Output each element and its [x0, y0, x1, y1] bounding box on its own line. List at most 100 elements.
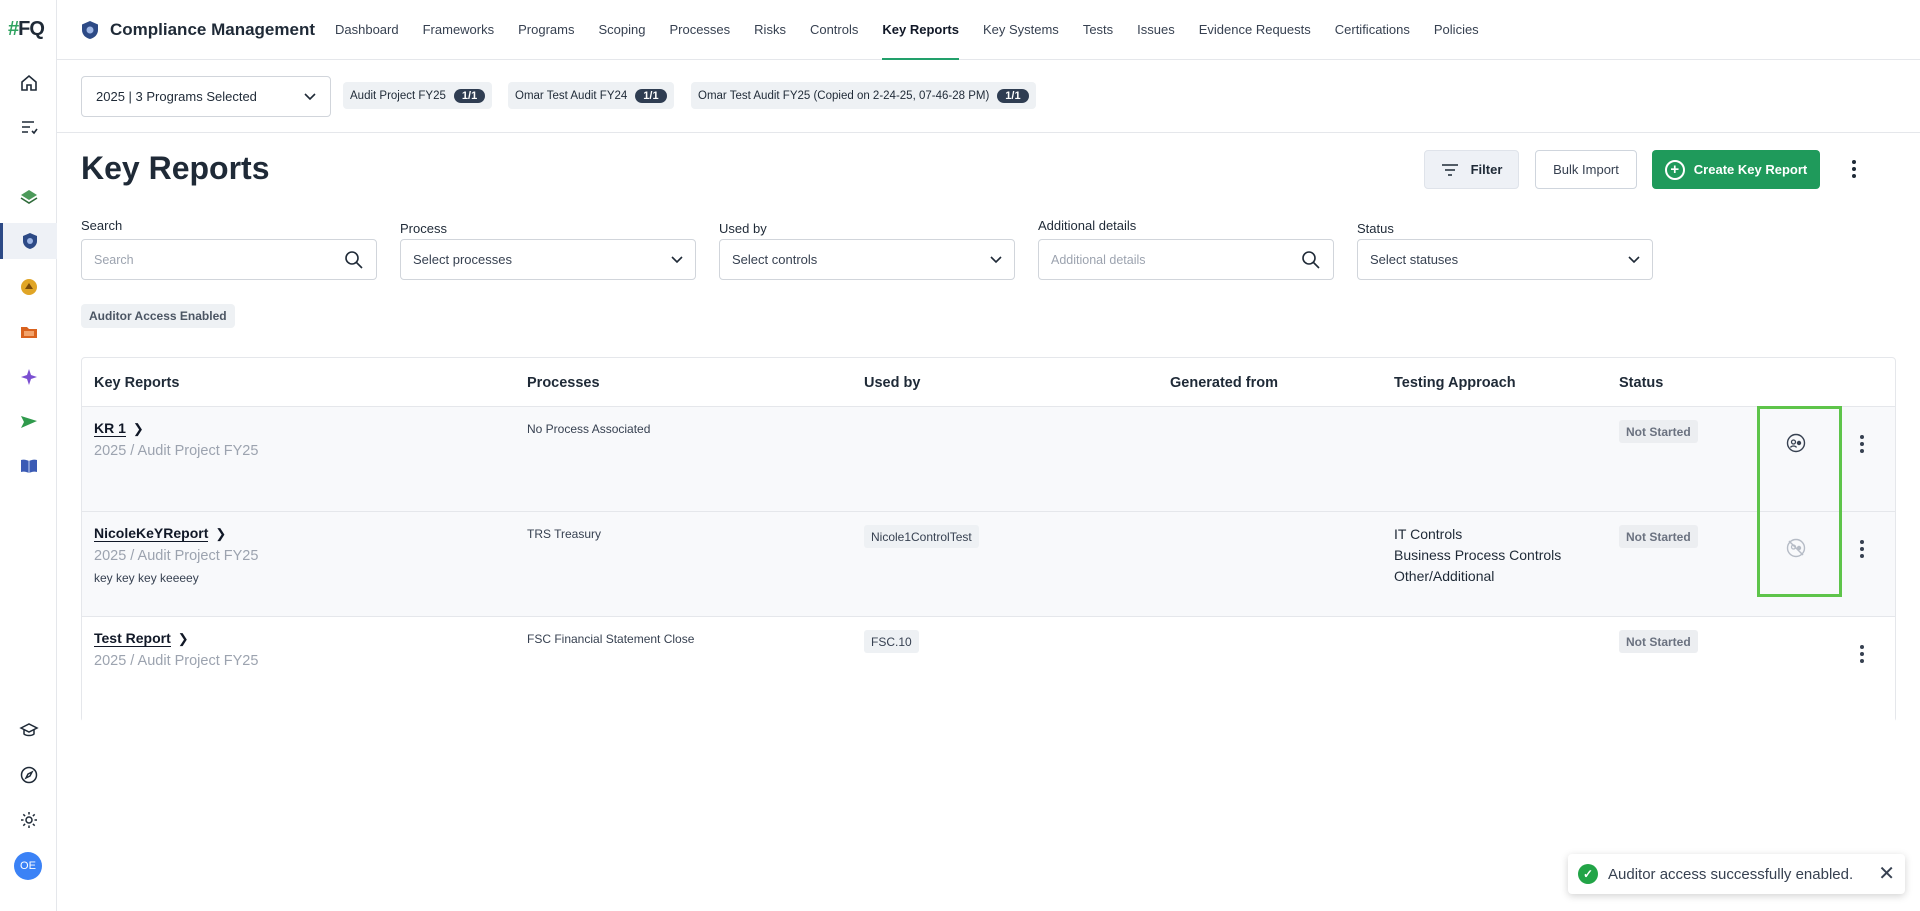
- table-header: Key Reports Processes Used by Generated …: [82, 358, 1895, 407]
- nav-certifications[interactable]: Certifications: [1323, 0, 1422, 60]
- program-chip[interactable]: Omar Test Audit FY24 1/1: [508, 82, 674, 109]
- used-by-chip[interactable]: Nicole1ControlTest: [864, 525, 979, 548]
- nav-evidence-requests[interactable]: Evidence Requests: [1187, 0, 1323, 60]
- column-header-processes[interactable]: Processes: [527, 375, 600, 391]
- chevron-right-icon: ❯: [177, 630, 189, 646]
- program-selector[interactable]: 2025 | 3 Programs Selected: [81, 76, 331, 117]
- plus-circle-icon: +: [1664, 159, 1685, 180]
- page-title: Key Reports: [81, 150, 270, 186]
- process-cell: TRS Treasury: [527, 527, 602, 541]
- create-key-report-label: Create Key Report: [1693, 162, 1808, 177]
- status-badge: Not Started: [1619, 630, 1698, 653]
- fq-logo[interactable]: #FQ: [8, 18, 45, 41]
- nav-programs[interactable]: Programs: [506, 0, 586, 60]
- table-row[interactable]: NicoleKeYReport ❯ 2025 / Audit Project F…: [82, 512, 1895, 617]
- send-icon[interactable]: [0, 404, 57, 440]
- key-report-name-link[interactable]: KR 1 ❯: [94, 420, 144, 437]
- table-row[interactable]: Test Report ❯ 2025 / Audit Project FY25 …: [82, 617, 1895, 722]
- nav-processes[interactable]: Processes: [657, 0, 742, 60]
- tasks-icon[interactable]: [0, 109, 57, 145]
- program-chip[interactable]: Omar Test Audit FY25 (Copied on 2-24-25,…: [691, 82, 1036, 109]
- key-report-program: 2025 / Audit Project FY25: [94, 443, 259, 459]
- user-avatar[interactable]: OE: [14, 852, 42, 880]
- compass-icon[interactable]: [0, 757, 57, 793]
- column-header-generated-from[interactable]: Generated from: [1170, 375, 1278, 391]
- more-options-icon[interactable]: [1844, 156, 1864, 182]
- process-cell: FSC Financial Statement Close: [527, 632, 695, 646]
- column-header-status[interactable]: Status: [1619, 375, 1663, 391]
- row-more-options-icon[interactable]: [1855, 538, 1869, 560]
- close-icon[interactable]: ✕: [1878, 864, 1895, 884]
- nav-policies[interactable]: Policies: [1422, 0, 1491, 60]
- nav-frameworks[interactable]: Frameworks: [411, 0, 507, 60]
- create-key-report-button[interactable]: + Create Key Report: [1652, 150, 1820, 189]
- book-icon[interactable]: [0, 448, 57, 484]
- nav-issues[interactable]: Issues: [1125, 0, 1187, 60]
- search-placeholder: Search: [94, 252, 134, 267]
- used-by-chip[interactable]: FSC.10: [864, 630, 919, 653]
- app-title-text: Compliance Management: [110, 19, 315, 39]
- program-chip-count: 1/1: [453, 88, 486, 103]
- chevron-down-icon: [1628, 255, 1640, 263]
- bulk-import-button[interactable]: Bulk Import: [1535, 150, 1637, 189]
- program-chip[interactable]: Audit Project FY25 1/1: [343, 82, 493, 109]
- nav-controls[interactable]: Controls: [798, 0, 870, 60]
- status-select[interactable]: Select statuses: [1357, 239, 1653, 280]
- additional-details-input[interactable]: Additional details: [1038, 239, 1334, 280]
- folder-icon[interactable]: [0, 314, 57, 350]
- additional-details-placeholder: Additional details: [1051, 252, 1146, 267]
- key-report-description: key key key keeeey: [94, 571, 199, 585]
- nav-scoping[interactable]: Scoping: [586, 0, 657, 60]
- nav-tests[interactable]: Tests: [1071, 0, 1125, 60]
- chevron-right-icon: ❯: [215, 525, 227, 541]
- used-by-select-value: Select controls: [732, 252, 818, 267]
- program-bar: 2025 | 3 Programs Selected Audit Project…: [57, 60, 1920, 133]
- auditor-access-enabled-icon[interactable]: [1786, 433, 1806, 453]
- program-chip-label: Audit Project FY25: [350, 89, 446, 102]
- auditor-access-disabled-icon[interactable]: [1786, 538, 1806, 558]
- status-badge: Not Started: [1619, 420, 1698, 443]
- row-more-options-icon[interactable]: [1855, 433, 1869, 455]
- chevron-down-icon: [304, 92, 316, 100]
- column-header-testing-approach[interactable]: Testing Approach: [1394, 375, 1516, 391]
- program-chip-label: Omar Test Audit FY24: [515, 89, 628, 102]
- program-chip-count: 1/1: [635, 88, 667, 103]
- testing-approach-item: Other/Additional: [1394, 568, 1495, 584]
- risk-icon[interactable]: [0, 269, 57, 305]
- filter-button-label: Filter: [1470, 162, 1503, 177]
- filter-button[interactable]: Filter: [1424, 150, 1519, 189]
- key-report-name-link[interactable]: Test Report ❯: [94, 630, 189, 647]
- nav-dashboard[interactable]: Dashboard: [323, 0, 411, 60]
- search-input[interactable]: Search: [81, 239, 377, 280]
- auditor-access-filter-tag[interactable]: Auditor Access Enabled: [81, 304, 235, 328]
- layers-icon[interactable]: [0, 179, 57, 215]
- search-icon: [345, 250, 363, 269]
- process-cell: No Process Associated: [527, 422, 651, 436]
- app-title[interactable]: Compliance Management: [79, 19, 315, 41]
- column-header-key-reports[interactable]: Key Reports: [94, 375, 179, 391]
- nav-key-reports[interactable]: Key Reports: [870, 0, 971, 60]
- testing-approach-cell: IT Controls Business Process Controls Ot…: [1394, 524, 1561, 587]
- search-label: Search: [81, 218, 123, 233]
- additional-details-label: Additional details: [1038, 218, 1137, 233]
- gear-icon[interactable]: [0, 802, 57, 838]
- nav-key-systems[interactable]: Key Systems: [971, 0, 1071, 60]
- row-more-options-icon[interactable]: [1855, 643, 1869, 665]
- used-by-select[interactable]: Select controls: [719, 239, 1015, 280]
- status-badge: Not Started: [1619, 525, 1698, 548]
- testing-approach-item: Business Process Controls: [1394, 547, 1562, 563]
- status-select-value: Select statuses: [1370, 252, 1459, 267]
- chevron-down-icon: [990, 255, 1002, 263]
- home-icon[interactable]: [0, 65, 57, 101]
- key-report-name-link[interactable]: NicoleKeYReport ❯: [94, 525, 226, 542]
- table-row[interactable]: KR 1 ❯ 2025 / Audit Project FY25 No Proc…: [82, 407, 1895, 512]
- compliance-badge-icon[interactable]: [0, 223, 57, 259]
- left-rail: #FQ OE: [0, 0, 57, 911]
- key-report-name: NicoleKeYReport: [94, 525, 209, 542]
- nav-risks[interactable]: Risks: [742, 0, 798, 60]
- process-select[interactable]: Select processes: [400, 239, 696, 280]
- column-header-used-by[interactable]: Used by: [864, 375, 920, 391]
- graduation-cap-icon[interactable]: [0, 712, 57, 748]
- sparkle-icon[interactable]: [0, 359, 57, 395]
- top-nav: Compliance Management Dashboard Framewor…: [57, 0, 1920, 60]
